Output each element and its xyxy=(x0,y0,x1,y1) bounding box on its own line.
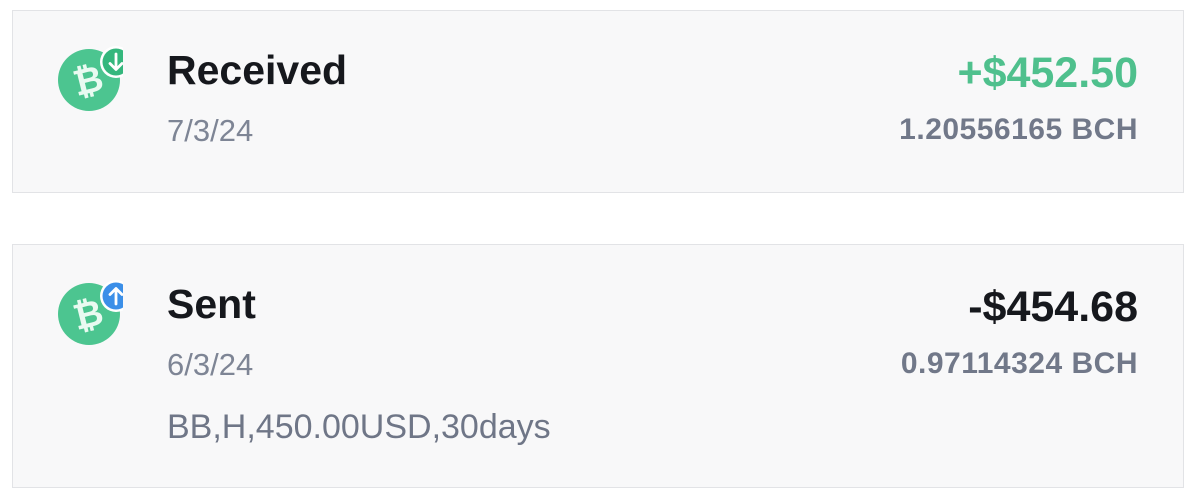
fiat-amount: -$454.68 xyxy=(968,283,1138,331)
bitcoin-cash-received-icon: ₿ xyxy=(55,43,123,111)
fiat-amount: +$452.50 xyxy=(957,49,1138,97)
transaction-memo: BB,H,450.00USD,30days xyxy=(167,408,551,446)
crypto-amount: 1.20556165 BCH xyxy=(899,113,1138,146)
transaction-title: Received xyxy=(167,47,348,93)
transaction-title: Sent xyxy=(167,281,256,327)
bitcoin-cash-sent-icon: ₿ xyxy=(55,277,123,345)
transaction-row-sent[interactable]: ₿ Sent 6/3/24 BB,H,450.00USD,30days -$45… xyxy=(12,244,1184,488)
transaction-row-received[interactable]: ₿ Received 7/3/24 +$452.50 1.20556165 BC… xyxy=(12,10,1184,193)
transaction-date: 7/3/24 xyxy=(167,113,254,148)
transaction-date: 6/3/24 xyxy=(167,347,254,382)
crypto-amount: 0.97114324 BCH xyxy=(900,347,1138,380)
